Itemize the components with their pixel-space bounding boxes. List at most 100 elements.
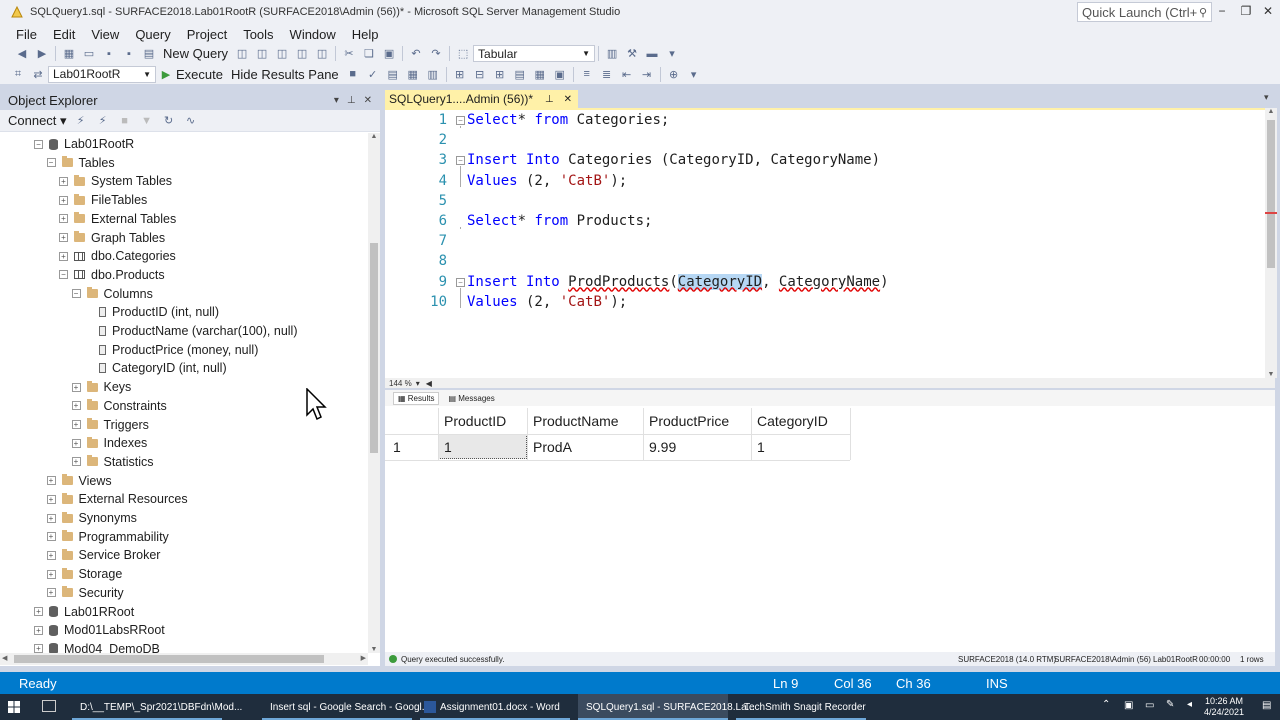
quick-launch-input[interactable]: Quick Launch (Ctrl+ ⚲ — [1077, 2, 1212, 22]
menu-edit[interactable]: Edit — [45, 27, 83, 42]
battery-icon[interactable]: ▭ — [1145, 700, 1154, 711]
tree-node[interactable]: + External Resources — [46, 490, 188, 508]
tab-results[interactable]: ▦ Results — [393, 391, 440, 405]
save-icon[interactable]: ▪ — [101, 46, 117, 62]
menu-view[interactable]: View — [83, 27, 127, 42]
collapse-icon[interactable]: − — [34, 139, 43, 149]
menu-project[interactable]: Project — [179, 27, 235, 42]
expand-icon[interactable]: + — [59, 233, 68, 242]
tree-node[interactable]: + Security — [46, 584, 124, 602]
close-icon[interactable]: ✕ — [364, 95, 372, 106]
expand-icon[interactable]: + — [46, 550, 56, 560]
pin-icon[interactable]: ⊥ — [347, 95, 356, 106]
code-line[interactable]: Select* from Products; — [467, 213, 652, 229]
activity-monitor-icon[interactable]: ∿ — [183, 113, 199, 129]
expand-icon[interactable]: + — [59, 251, 68, 261]
expand-icon[interactable]: + — [34, 607, 43, 616]
toolbar-options-icon[interactable]: ▾ — [686, 66, 702, 82]
tree-node[interactable]: CategoryID (int, null) — [84, 359, 227, 377]
properties-icon[interactable]: ⚒ — [624, 46, 640, 62]
increase-indent-icon[interactable]: ⇥ — [639, 66, 655, 82]
taskbar-item[interactable]: SQLQuery1.sql - SURFACE2018.La... — [578, 694, 755, 720]
menu-help[interactable]: Help — [344, 27, 387, 42]
new-query-icon[interactable]: ▤ — [141, 46, 157, 62]
expand-icon[interactable]: + — [34, 644, 43, 653]
das-query-icon[interactable]: ◫ — [314, 46, 330, 62]
redo-icon[interactable]: ↷ — [428, 46, 444, 62]
client-stats-icon[interactable]: ⊞ — [492, 66, 508, 82]
tray-app-icon[interactable]: ▣ — [1124, 700, 1133, 711]
tree-node[interactable]: + FileTables — [59, 191, 147, 209]
close-tab-icon[interactable]: ✕ — [564, 94, 572, 105]
grid-cell[interactable]: 9.99 — [643, 434, 751, 460]
menu-query[interactable]: Query — [127, 27, 178, 42]
tree-node[interactable]: + Synonyms — [46, 509, 137, 527]
vertical-scroll-thumb[interactable] — [1267, 120, 1275, 268]
results-grid[interactable]: ProductID ProductName ProductPrice Category… — [385, 406, 1275, 652]
connect-dropdown[interactable]: Connect ▾ — [8, 113, 67, 129]
tree-node[interactable]: + Triggers — [71, 416, 149, 434]
notification-icon[interactable]: ▤ — [1262, 700, 1271, 711]
taskbar-item[interactable]: D:\__TEMP\_Spr2021\DBFdn\Mod... — [72, 694, 242, 720]
tree-node[interactable]: + Mod01LabsRRoot — [34, 621, 165, 639]
expand-icon[interactable]: + — [71, 457, 81, 467]
live-stats-icon[interactable]: ⊟ — [472, 66, 488, 82]
grid-cell[interactable]: ProdA — [527, 434, 643, 460]
tree-node[interactable]: − dbo.Products — [59, 266, 165, 284]
new-query-button[interactable]: New Query — [163, 46, 228, 61]
expand-icon[interactable]: + — [71, 438, 81, 448]
navigate-icon[interactable]: ⬚ — [455, 46, 471, 62]
close-button[interactable]: ✕ — [1258, 2, 1278, 20]
tree-node[interactable]: ProductPrice (money, null) — [84, 341, 258, 359]
connect-icon[interactable]: ⚡ — [73, 113, 89, 129]
specify-values-icon[interactable]: ⊕ — [666, 66, 682, 82]
expand-icon[interactable]: + — [59, 214, 68, 224]
toolbox-icon[interactable]: ▬ — [644, 46, 660, 62]
scroll-down-icon[interactable]: ▼ — [1265, 371, 1277, 378]
tree-node[interactable]: + Views — [46, 472, 112, 490]
object-explorer-vertical-scrollbar[interactable]: ▲ ▼ — [368, 133, 380, 653]
save-all-icon[interactable]: ▪ — [121, 46, 137, 62]
collapse-icon[interactable]: − — [456, 156, 465, 166]
display-plan-icon[interactable]: ▤ — [385, 66, 401, 82]
expand-icon[interactable]: + — [34, 625, 43, 635]
tree-node[interactable]: + Graph Tables — [59, 229, 165, 247]
tree-node[interactable]: − Lab01RootR — [34, 135, 134, 153]
uncomment-icon[interactable]: ≣ — [599, 66, 615, 82]
scroll-left-icon[interactable]: ◀ — [426, 379, 432, 388]
toolbar-options-icon[interactable]: ▾ — [664, 46, 680, 62]
tree-node[interactable]: + Keys — [71, 378, 131, 396]
pin-tab-icon[interactable]: ⊥ — [545, 94, 554, 105]
pen-icon[interactable]: ✎ — [1166, 699, 1174, 710]
open-file-icon[interactable]: ▭ — [81, 46, 97, 62]
scroll-up-icon[interactable]: ▲ — [1265, 108, 1277, 115]
task-view-icon[interactable] — [42, 700, 56, 712]
grid-cell[interactable]: 1 — [438, 434, 527, 460]
collapse-icon[interactable]: − — [71, 289, 81, 299]
paste-icon[interactable]: ▣ — [381, 46, 397, 62]
tree-node[interactable]: + Service Broker — [46, 546, 160, 564]
collapse-icon[interactable]: − — [46, 158, 56, 168]
tree-node[interactable]: + Constraints — [71, 397, 167, 415]
grid-cell[interactable]: 1 — [751, 434, 850, 460]
connect-icon[interactable]: ⌗ — [10, 66, 26, 82]
db-engine-query-icon[interactable]: ◫ — [234, 46, 250, 62]
expand-icon[interactable]: + — [59, 176, 68, 186]
tree-node[interactable]: − Columns — [71, 285, 153, 303]
menu-file[interactable]: File — [8, 27, 45, 42]
collapse-icon[interactable]: − — [456, 116, 465, 125]
comment-icon[interactable]: ≡ — [579, 66, 595, 82]
query-designer-icon[interactable]: ▦ — [405, 66, 421, 82]
expand-icon[interactable]: + — [71, 382, 81, 392]
code-line[interactable]: Values (2, 'CatB'); — [467, 173, 627, 189]
filter-icon[interactable]: ▼ — [139, 113, 155, 129]
tab-sqlquery1[interactable]: SQLQuery1....Admin (56))* ⊥ ✕ — [385, 90, 578, 108]
expand-icon[interactable]: + — [46, 532, 56, 542]
expand-icon[interactable]: + — [46, 588, 56, 598]
scroll-up-icon[interactable]: ▲ — [368, 133, 380, 140]
row-number[interactable]: 1 — [387, 434, 440, 460]
column-header[interactable]: ProductID — [438, 408, 527, 434]
cut-icon[interactable]: ✂ — [341, 46, 357, 62]
horizontal-scroll-thumb[interactable] — [14, 655, 324, 663]
tree-node[interactable]: − Tables — [46, 154, 115, 172]
